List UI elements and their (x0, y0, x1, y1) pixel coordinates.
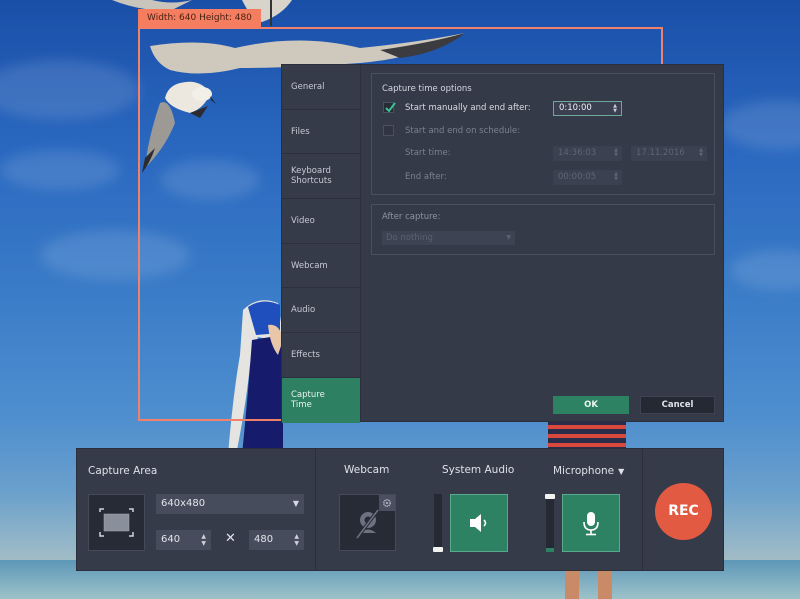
nav-item-label: General (291, 81, 325, 92)
settings-nav: General Files Keyboard Shortcuts Video W… (282, 65, 361, 423)
select-area-button[interactable] (88, 494, 145, 551)
cloud (0, 60, 140, 120)
after-capture-select[interactable]: Do nothing ▼ (382, 231, 515, 245)
system-audio-toggle-button[interactable] (450, 494, 508, 552)
nav-item-video[interactable]: Video (282, 199, 360, 244)
nav-item-label: Audio (291, 305, 316, 316)
cancel-button[interactable]: Cancel (640, 396, 715, 414)
capture-width-input[interactable]: 640 ▲ ▼ (156, 530, 211, 550)
ok-button[interactable]: OK (553, 396, 629, 414)
end-after-duration-input[interactable]: 0:10:00 ▲ ▼ (553, 101, 622, 116)
start-time-value: 14:36:03 (558, 148, 597, 158)
end-after-schedule-value: 00:00:05 (558, 172, 597, 182)
webcam-title: Webcam (344, 464, 390, 476)
spin-arrows-icon[interactable]: ▲ ▼ (201, 533, 206, 547)
start-time-input[interactable]: 14:36:03 ▲ ▼ (553, 146, 622, 161)
nav-item-general[interactable]: General (282, 65, 360, 110)
slider-handle[interactable] (545, 494, 555, 499)
start-date-input[interactable]: 17.11.2016 ▲ ▼ (631, 146, 707, 161)
group-title: Capture time options (382, 84, 472, 94)
nav-item-keyboard-shortcuts[interactable]: Keyboard Shortcuts (282, 154, 360, 200)
capture-preset-value: 640x480 (161, 498, 206, 509)
spin-arrows-icon[interactable]: ▲ ▼ (294, 533, 299, 547)
chevron-down-icon: ▼ (506, 234, 511, 241)
toolbar-divider (642, 449, 643, 570)
record-button[interactable]: REC (655, 483, 712, 540)
capture-height-input[interactable]: 480 ▲ ▼ (249, 530, 304, 550)
cloud (730, 250, 800, 290)
system-audio-volume-slider[interactable] (433, 494, 443, 552)
end-after-label: End after: (405, 172, 447, 182)
chevron-down-icon[interactable]: ▼ (618, 467, 624, 476)
end-after-duration-value: 0:10:00 (559, 103, 592, 113)
group-title: After capture: (382, 212, 441, 222)
checkmark-icon (385, 102, 396, 113)
nav-item-label: Video (291, 215, 315, 226)
spin-arrows-icon[interactable]: ▲ ▼ (613, 104, 617, 114)
spin-arrows-icon[interactable]: ▲ ▼ (614, 148, 618, 158)
spin-arrows-icon[interactable]: ▲ ▼ (699, 148, 703, 158)
end-after-schedule-input[interactable]: 00:00:05 ▲ ▼ (553, 170, 622, 185)
nav-item-label: Effects (291, 349, 320, 360)
capture-width-value: 640 (161, 534, 181, 545)
toolbar-divider (315, 449, 316, 570)
nav-item-label: Webcam (291, 260, 328, 271)
capture-area-title: Capture Area (88, 465, 158, 477)
start-date-value: 17.11.2016 (636, 148, 685, 158)
nav-item-files[interactable]: Files (282, 110, 360, 155)
slider-handle[interactable] (433, 547, 443, 552)
microphone-toggle-button[interactable] (562, 494, 620, 552)
microphone-title-label: Microphone (553, 465, 615, 477)
microphone-icon (583, 512, 599, 536)
nav-item-capture-time[interactable]: Capture Time (282, 377, 360, 423)
start-manually-label: Start manually and end after: (405, 103, 531, 113)
nav-item-effects[interactable]: Effects (282, 333, 360, 378)
webcam-settings-button[interactable] (379, 495, 395, 511)
schedule-checkbox[interactable] (383, 125, 394, 136)
microphone-volume-slider[interactable] (545, 494, 555, 552)
capture-size-label: Width: 640 Height: 480 (138, 9, 261, 28)
nav-item-webcam[interactable]: Webcam (282, 244, 360, 289)
webcam-toggle-button[interactable] (339, 494, 396, 551)
cloud (0, 150, 120, 190)
microphone-title[interactable]: Microphone ▼ (553, 465, 624, 477)
capture-height-value: 480 (254, 534, 274, 545)
nav-item-label: Keyboard Shortcuts (291, 166, 332, 187)
capture-time-options-group: Capture time options Start manually and … (371, 73, 715, 195)
recording-toolbar: Capture Area 640x480 ▼ 640 ▲ ▼ ✕ 480 ▲ ▼ W… (76, 448, 724, 571)
start-manually-checkbox[interactable] (383, 102, 396, 113)
after-capture-group: After capture: Do nothing ▼ (371, 204, 715, 255)
spin-arrows-icon[interactable]: ▲ ▼ (614, 172, 618, 182)
speaker-icon (470, 514, 487, 532)
chevron-down-icon: ▼ (292, 499, 299, 508)
nav-item-label: Files (291, 126, 310, 137)
system-audio-title: System Audio (442, 464, 515, 476)
nav-item-label: Capture Time (291, 390, 325, 411)
slider-fill (546, 548, 554, 552)
schedule-label: Start and end on schedule: (405, 126, 521, 136)
times-icon: ✕ (225, 531, 236, 546)
capture-preset-dropdown[interactable]: 640x480 ▼ (156, 494, 304, 514)
cloud (720, 100, 800, 150)
settings-dialog: General Files Keyboard Shortcuts Video W… (281, 64, 724, 423)
gear-icon (382, 498, 392, 508)
person-image (548, 420, 626, 450)
start-time-label: Start time: (405, 148, 451, 158)
after-capture-selected: Do nothing (386, 233, 433, 243)
person-image (565, 570, 612, 599)
nav-item-audio[interactable]: Audio (282, 288, 360, 334)
capture-area-icon (99, 508, 134, 537)
